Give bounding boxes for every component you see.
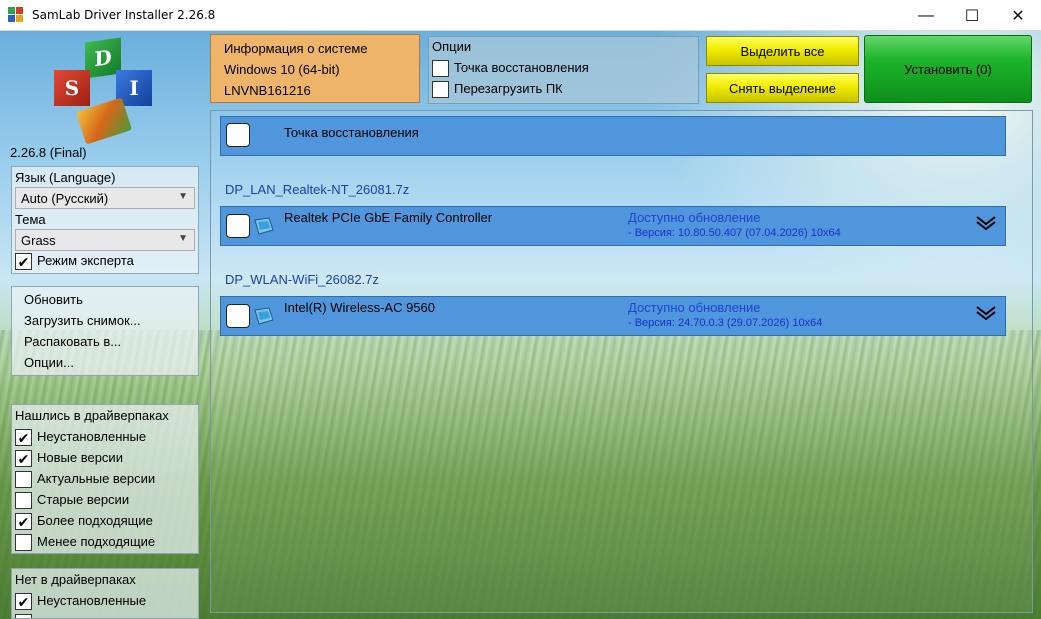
found-filters-panel: Нашлись в драйверпаках ✔ Неустановленные… — [11, 404, 199, 554]
filter-label: Новые версии — [37, 450, 123, 465]
logo-cube-s: S — [54, 70, 90, 106]
install-button[interactable]: Установить (0) — [864, 35, 1032, 103]
filter-label: Неустановленные — [37, 593, 147, 608]
system-os: Windows 10 (64-bit) — [224, 62, 340, 77]
update-version: - Версия: 10.80.50.407 (07.04.2026) 10x6… — [628, 227, 841, 239]
found-filters-title: Нашлись в драйверпаках — [15, 408, 169, 423]
filter-checkbox[interactable]: ✔ — [15, 593, 32, 610]
restore-point-label: Точка восстановления — [454, 60, 589, 75]
version-label: 2.26.8 (Final) — [10, 145, 87, 160]
reboot-checkbox[interactable] — [432, 81, 449, 98]
update-status: Доступно обновление — [628, 210, 761, 225]
driver-checkbox[interactable] — [226, 304, 250, 328]
filter-checkbox[interactable] — [15, 614, 32, 618]
reboot-label: Перезагрузить ПК — [454, 81, 563, 96]
filter-checkbox[interactable] — [15, 534, 32, 551]
network-card-icon — [253, 216, 275, 236]
system-info-panel: Информация о системе Windows 10 (64-bit)… — [210, 34, 420, 103]
options-panel: Опции Точка восстановления Перезагрузить… — [428, 36, 699, 104]
notfound-filters-title: Нет в драйверпаках — [15, 572, 136, 587]
menu-item-options[interactable]: Опции... — [24, 355, 74, 370]
driver-pack-name[interactable]: DP_WLAN-WiFi_26082.7z — [225, 272, 379, 287]
deselect-button[interactable]: Снять выделение — [706, 73, 859, 103]
network-card-icon — [253, 306, 275, 326]
filter-label: Менее подходящие — [37, 534, 156, 549]
title-bar: SamLab Driver Installer 2.26.8 — ☐ ✕ — [0, 0, 1041, 31]
system-info-title: Информация о системе — [224, 41, 368, 56]
filter-label: Старые версии — [37, 492, 130, 507]
theme-value: Grass — [21, 233, 56, 248]
theme-select[interactable]: Grass ▼ — [15, 229, 195, 251]
expand-icon[interactable] — [975, 305, 997, 321]
restore-point-row-checkbox[interactable] — [226, 123, 250, 147]
filter-checkbox[interactable]: ✔ — [15, 429, 32, 446]
update-status: Доступно обновление — [628, 300, 761, 315]
select-all-button[interactable]: Выделить все — [706, 36, 859, 66]
settings-panel: Язык (Language) Auto (Русский) ▼ Тема Gr… — [11, 166, 199, 274]
language-label: Язык (Language) — [15, 170, 116, 185]
window-title: SamLab Driver Installer 2.26.8 — [32, 8, 216, 22]
restore-point-checkbox[interactable] — [432, 60, 449, 77]
device-name: Realtek PCIe GbE Family Controller — [284, 210, 493, 225]
filter-checkbox[interactable] — [15, 471, 32, 488]
notfound-filters-panel: Нет в драйверпаках ✔ Неустановленные — [11, 568, 199, 619]
chevron-down-icon: ▼ — [178, 191, 188, 202]
options-title: Опции — [432, 39, 472, 54]
filter-label: Более подходящие — [37, 513, 153, 528]
maximize-button[interactable]: ☐ — [949, 0, 995, 31]
filter-checkbox[interactable]: ✔ — [15, 513, 32, 530]
driver-checkbox[interactable] — [226, 214, 250, 238]
language-value: Auto (Русский) — [21, 191, 109, 206]
filter-label: Неустановленные — [37, 429, 147, 444]
filter-checkbox[interactable]: ✔ — [15, 450, 32, 467]
menu-item-load-snapshot[interactable]: Загрузить снимок... — [24, 313, 141, 328]
chevron-down-icon: ▼ — [178, 233, 188, 244]
actions-menu: Обновить Загрузить снимок... Распаковать… — [11, 286, 199, 376]
app-logo: D S I — [50, 37, 154, 145]
close-button[interactable]: ✕ — [995, 0, 1041, 31]
expert-mode-label: Режим эксперта — [37, 253, 134, 268]
expand-icon[interactable] — [975, 215, 997, 231]
restore-point-row-label: Точка восстановления — [284, 125, 419, 140]
language-select[interactable]: Auto (Русский) ▼ — [15, 187, 195, 209]
minimize-button[interactable]: — — [903, 0, 949, 31]
filter-checkbox[interactable] — [15, 492, 32, 509]
app-icon — [8, 7, 24, 23]
filter-label: Актуальные версии — [37, 471, 156, 486]
theme-label: Тема — [15, 212, 46, 227]
computer-name: LNVNB161216 — [224, 83, 311, 98]
menu-item-extract[interactable]: Распаковать в... — [24, 334, 121, 349]
driver-pack-name[interactable]: DP_LAN_Realtek-NT_26081.7z — [225, 182, 409, 197]
expert-mode-checkbox[interactable]: ✔ — [15, 253, 32, 270]
device-name: Intel(R) Wireless-AC 9560 — [284, 300, 435, 315]
update-version: - Версия: 24.70.0.3 (29.07.2026) 10x64 — [628, 317, 823, 329]
menu-item-refresh[interactable]: Обновить — [24, 292, 83, 307]
